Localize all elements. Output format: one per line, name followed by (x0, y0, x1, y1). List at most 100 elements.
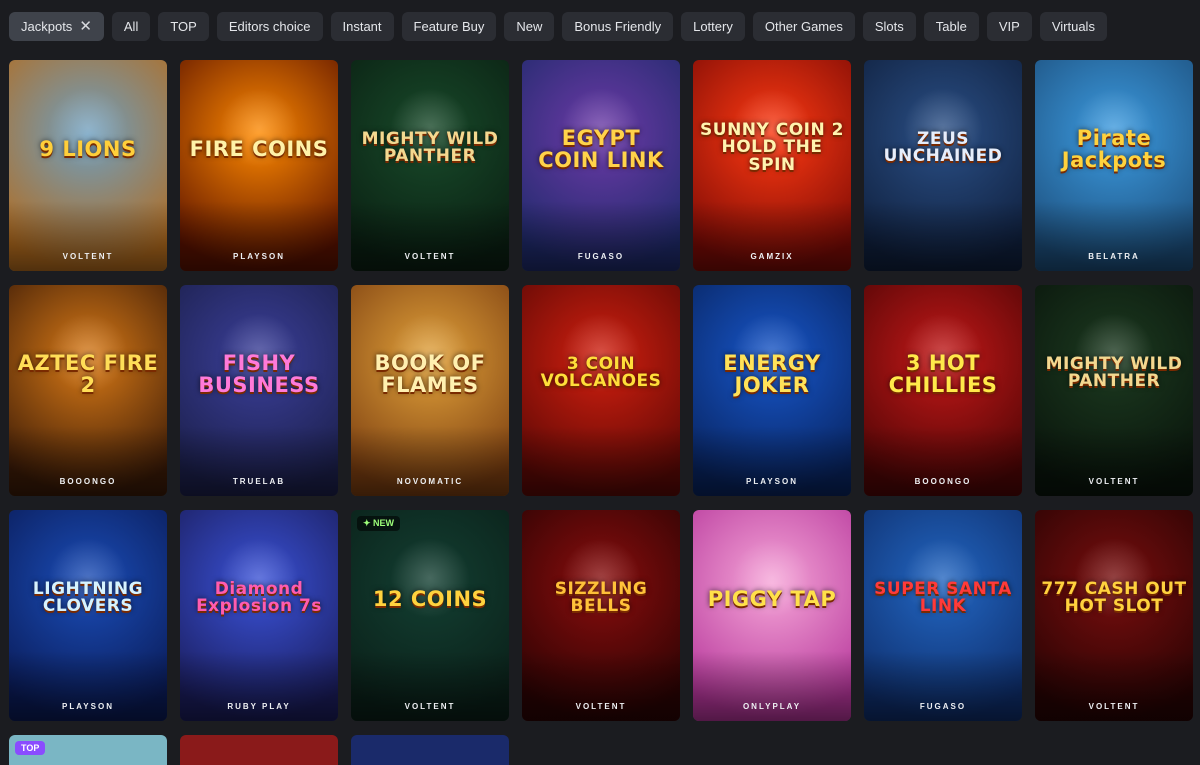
filter-chip-editors-choice[interactable]: Editors choice (216, 12, 323, 41)
filter-chip-jackpots[interactable]: Jackpots ✕ (9, 12, 104, 41)
filter-chip-virtuals[interactable]: Virtuals (1039, 12, 1107, 41)
filter-chip-other-games[interactable]: Other Games (752, 12, 855, 41)
filter-chip-all[interactable]: All (111, 12, 151, 41)
filter-chip-vip[interactable]: VIP (986, 12, 1032, 41)
filter-chip-label: VIP (998, 19, 1020, 34)
game-grid: 9 LIONS VOLTENT FIRE COINS PLAYSON MIGHTY WI… (9, 60, 1193, 721)
filter-chip-bonus-friendly[interactable]: Bonus Friendly (562, 12, 674, 41)
filter-chip-label: Jackpots (21, 19, 73, 34)
filter-chip-label: Other Games (764, 19, 843, 34)
game-provider: BOOONGO (914, 477, 972, 486)
game-title: LIGHTNING CLOVERS (32, 578, 144, 617)
game-title: FIRE COINS (189, 136, 329, 161)
game-title: MIGHTY WILD PANTHER (1045, 353, 1183, 392)
game-tile[interactable]: Pirate Jackpots BELATRA (1035, 60, 1193, 271)
game-tile[interactable] (351, 735, 509, 765)
filter-chip-lottery[interactable]: Lottery (681, 12, 745, 41)
game-provider: VOLTENT (62, 252, 114, 261)
thumbnail-shade (864, 201, 1022, 271)
game-provider: BELATRA (1088, 252, 1140, 261)
filter-bar: Jackpots ✕ All TOP Editors choice Instant Feat… (9, 12, 1107, 41)
game-tile[interactable]: AZTEC FIRE 2 BOOONGO (9, 285, 167, 496)
game-tile[interactable]: SUPER SANTA LINK FUGASO (864, 510, 1022, 721)
game-provider: VOLTENT (1088, 702, 1140, 711)
game-tile[interactable]: ENERGY JOKER PLAYSON (693, 285, 851, 496)
game-title: 9 LIONS (39, 136, 137, 161)
game-tile[interactable]: EGYPT COIN LINK FUGASO (522, 60, 680, 271)
game-provider: PLAYSON (62, 702, 114, 711)
game-tile[interactable]: 3 COIN VOLCANOES (522, 285, 680, 496)
game-title: EGYPT COIN LINK (538, 125, 664, 172)
filter-chip-slots[interactable]: Slots (862, 12, 916, 41)
game-tile[interactable]: FISHY BUSINESS TRUELAB (180, 285, 338, 496)
game-tile[interactable]: FIRE COINS PLAYSON (180, 60, 338, 271)
game-tile[interactable]: SIZZLING BELLS VOLTENT (522, 510, 680, 721)
filter-chip-label: Bonus Friendly (574, 19, 662, 34)
game-provider: ONLYPLAY (742, 702, 802, 711)
game-tile[interactable]: SUNNY COIN 2 HOLD THE SPIN GAMZIX (693, 60, 851, 271)
game-title: Pirate Jackpots (1061, 125, 1167, 172)
game-tile[interactable]: MIGHTY WILD PANTHER VOLTENT (351, 60, 509, 271)
filter-chip-top[interactable]: TOP (158, 12, 209, 41)
filter-chip-label: Virtuals (1051, 19, 1095, 34)
game-provider: VOLTENT (404, 702, 456, 711)
filter-chip-instant[interactable]: Instant (330, 12, 394, 41)
game-title: SUNNY COIN 2 HOLD THE SPIN (700, 119, 844, 176)
filter-chip-label: Table (935, 19, 967, 34)
game-tile[interactable]: Diamond Explosion 7s RUBY PLAY (180, 510, 338, 721)
filter-chip-label: Feature Buy (413, 19, 485, 34)
game-provider: FUGASO (577, 252, 625, 261)
top-badge: TOP (15, 741, 46, 755)
game-title: SIZZLING BELLS (554, 578, 648, 617)
filter-chip-label: Editors choice (228, 19, 311, 34)
filter-chip-label: TOP (170, 19, 197, 34)
partial-game-row: TOP (9, 735, 509, 765)
game-title: 12 COINS (372, 586, 488, 611)
game-title: 3 COIN VOLCANOES (540, 353, 662, 392)
game-title: BOOK OF FLAMES (374, 350, 486, 397)
game-tile[interactable]: 9 LIONS VOLTENT (9, 60, 167, 271)
game-title: PIGGY TAP (707, 586, 837, 611)
filter-chip-table[interactable]: Table (923, 12, 979, 41)
game-tile[interactable] (180, 735, 338, 765)
game-tile[interactable]: TOP (9, 735, 167, 765)
game-title: ENERGY JOKER (723, 350, 821, 397)
close-icon[interactable]: ✕ (79, 19, 92, 34)
game-provider: FUGASO (919, 702, 967, 711)
game-provider: VOLTENT (1088, 477, 1140, 486)
filter-chip-new[interactable]: New (504, 12, 555, 41)
filter-chip-label: Instant (342, 19, 382, 34)
game-tile[interactable]: ZEUS UNCHAINED (864, 60, 1022, 271)
game-provider: RUBY PLAY (227, 702, 291, 711)
game-title: Diamond Explosion 7s (196, 578, 322, 617)
game-provider: VOLTENT (404, 252, 456, 261)
game-title: 777 CASH OUT HOT SLOT (1041, 578, 1187, 617)
game-title: SUPER SANTA LINK (874, 578, 1012, 617)
game-title: FISHY BUSINESS (198, 350, 320, 397)
game-provider: GAMZIX (750, 252, 794, 261)
game-tile[interactable]: BOOK OF FLAMES NOVOMATIC (351, 285, 509, 496)
new-badge: ✦ NEW (357, 516, 401, 531)
game-provider: BOOONGO (59, 477, 117, 486)
game-tile[interactable]: 3 HOT CHILLIES BOOONGO (864, 285, 1022, 496)
game-tile[interactable]: MIGHTY WILD PANTHER VOLTENT (1035, 285, 1193, 496)
filter-chip-label: Lottery (693, 19, 733, 34)
game-tile[interactable]: LIGHTNING CLOVERS PLAYSON (9, 510, 167, 721)
game-title: AZTEC FIRE 2 (17, 350, 159, 397)
game-provider: PLAYSON (746, 477, 798, 486)
thumbnail-shade (522, 426, 680, 496)
game-title: ZEUS UNCHAINED (883, 128, 1003, 167)
filter-chip-label: All (123, 19, 139, 34)
game-provider: PLAYSON (233, 252, 285, 261)
filter-chip-label: New (516, 19, 543, 34)
game-tile[interactable]: 777 CASH OUT HOT SLOT VOLTENT (1035, 510, 1193, 721)
filter-chip-feature-buy[interactable]: Feature Buy (401, 12, 497, 41)
filter-chip-label: Slots (874, 19, 904, 34)
game-provider: VOLTENT (575, 702, 627, 711)
game-title: MIGHTY WILD PANTHER (361, 128, 499, 167)
game-tile[interactable]: PIGGY TAP ONLYPLAY (693, 510, 851, 721)
game-provider: TRUELAB (232, 477, 286, 486)
game-provider: NOVOMATIC (396, 477, 464, 486)
game-title: 3 HOT CHILLIES (888, 350, 998, 397)
game-tile[interactable]: 12 COINS VOLTENT ✦ NEW (351, 510, 509, 721)
